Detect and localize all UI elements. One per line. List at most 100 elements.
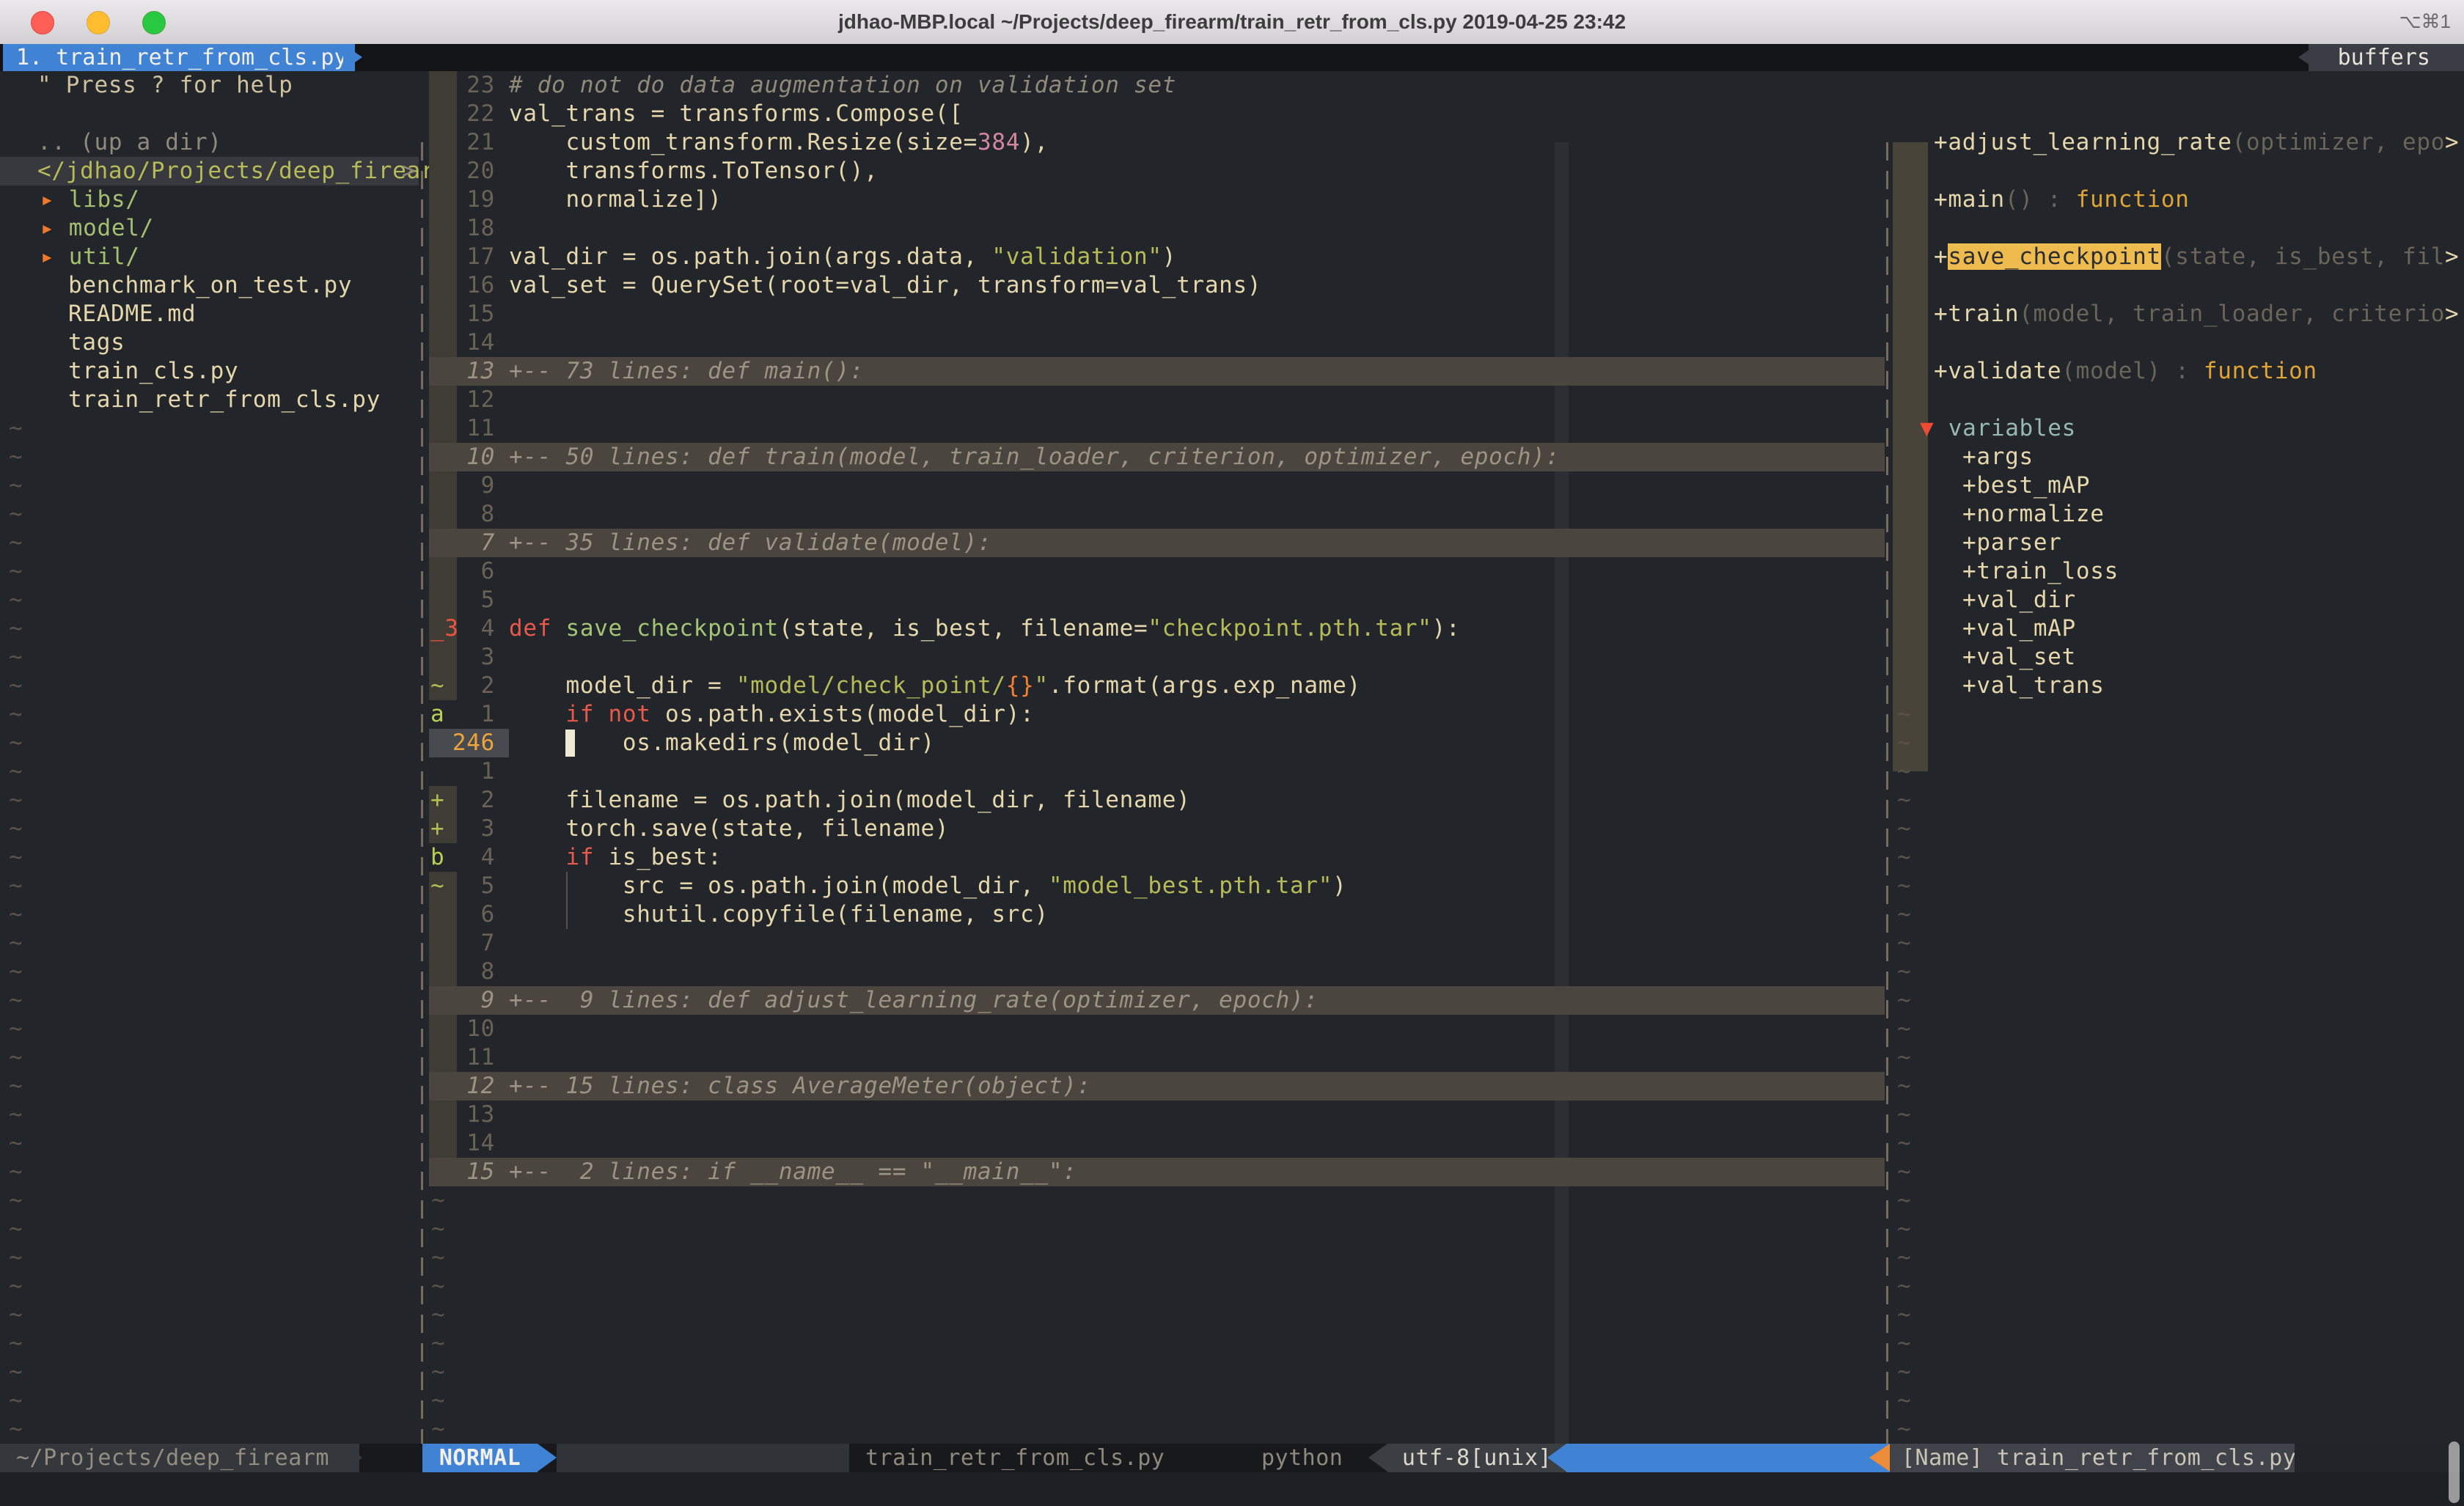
text-token: +adjust_learning_rate — [1934, 129, 2232, 155]
text-token: +best_mAP — [1962, 472, 2090, 499]
tab-arrow-separator-icon — [343, 44, 362, 70]
code-line[interactable]: 22 val_trans = transforms.Compose([ — [0, 100, 2464, 128]
tilde-marker: ~ — [1897, 986, 1911, 1015]
line-number: 23 — [466, 71, 495, 100]
tilde-marker: ~ — [1897, 872, 1911, 900]
tagbar-item-label: +save_checkpoint(state, is_best, fil — [1934, 243, 2445, 271]
text-token: +main — [1934, 186, 2005, 213]
statusline-mode: NORMAL — [422, 1444, 538, 1472]
sign-column — [429, 71, 457, 100]
sign-column — [429, 157, 457, 186]
tagbar-item[interactable]: +save_checkpoint(state, is_best, fil> — [0, 243, 2464, 271]
text-token: +validate — [1934, 358, 2061, 384]
text-token: : — [2161, 358, 2204, 384]
text-token: ~ — [1897, 1044, 1911, 1070]
text-token: +train — [1934, 301, 2019, 327]
tagbar-arrow-icon — [1869, 1444, 1890, 1472]
tagbar-item[interactable]: +val_set — [0, 643, 2464, 672]
tagbar-item-label: +normalize — [1962, 500, 2105, 529]
tagbar-item-label: +parser — [1962, 529, 2062, 557]
tagbar-item[interactable]: +normalize — [0, 500, 2464, 529]
tagbar-item[interactable]: +train(model, train_loader, criterio> — [0, 300, 2464, 328]
text-token: ~ — [1897, 1387, 1911, 1414]
tagbar-item[interactable]: +val_trans — [0, 672, 2464, 700]
tagbar-item-label: ▼ variables — [1920, 414, 2076, 443]
tagbar-item[interactable]: +main() : function — [0, 186, 2464, 214]
line-number: 22 — [466, 100, 495, 128]
powerline-arrow-icon — [830, 1444, 849, 1472]
tagbar-item[interactable]: +parser — [0, 529, 2464, 557]
code-line[interactable]: 12 — [0, 386, 2464, 414]
code-line[interactable]: 14 — [0, 328, 2464, 357]
text-token: variables — [1948, 415, 2076, 441]
code-text: transforms.ToTensor(), — [509, 157, 878, 186]
empty-buffer-line: ~ — [0, 729, 2464, 757]
tagbar-item[interactable]: +val_mAP — [0, 614, 2464, 643]
text-token: val_trans = transforms.Compose([ — [509, 100, 964, 127]
line-number: 16 — [466, 271, 495, 300]
tilde-marker: ~ — [1897, 1358, 1911, 1386]
empty-buffer-line: ~ — [0, 757, 2464, 786]
tilde-marker: ~ — [1897, 1043, 1911, 1072]
tab-train-retr-from-cls[interactable]: 1. train_retr_from_cls.py — [3, 44, 355, 71]
tilde-marker: ~ — [1897, 1158, 1911, 1186]
tagbar-item[interactable]: +validate(model) : function — [0, 357, 2464, 386]
code-text: val_set = QuerySet(root=val_dir, transfo… — [509, 271, 1261, 300]
text-token: ~ — [1897, 1158, 1911, 1185]
empty-buffer-line: ~ — [0, 900, 2464, 929]
tagbar-item[interactable]: +train_loss — [0, 557, 2464, 586]
tilde-marker: ~ — [1897, 757, 1911, 786]
truncation-arrow-icon: > — [2445, 128, 2459, 157]
tagbar-item[interactable]: +val_dir — [0, 586, 2464, 614]
tilde-marker: ~ — [1897, 729, 1911, 757]
empty-buffer-line: ~ — [0, 872, 2464, 900]
empty-buffer-line: ~ — [0, 843, 2464, 872]
window-shortcut-badge: ⌥⌘1 — [2399, 10, 2451, 33]
tagbar-item-label: +adjust_learning_rate(optimizer, epo — [1934, 128, 2445, 157]
tagbar-item-label: +best_mAP — [1962, 471, 2090, 500]
empty-buffer-line: ~ — [0, 1158, 2464, 1186]
sign-column — [429, 100, 457, 128]
tagbar-item-label: +validate(model) : function — [1934, 357, 2317, 386]
text-token: ~ — [1897, 787, 1911, 813]
text-token: +val_mAP — [1962, 615, 2076, 642]
terminal-scrollbar[interactable] — [2449, 1441, 2460, 1503]
tagbar-item[interactable]: +args — [0, 443, 2464, 471]
tilde-marker: ~ — [1897, 1101, 1911, 1129]
text-token: function — [2204, 358, 2317, 384]
truncation-arrow-icon: > — [2445, 243, 2459, 271]
code-line[interactable]: 23# do not do data augmentation on valid… — [0, 71, 2464, 100]
window-separator-right[interactable] — [1886, 142, 1888, 1444]
vim-command-line — [0, 1472, 2464, 1506]
text-token: +args — [1962, 444, 2034, 470]
text-token: ~ — [1897, 1359, 1911, 1385]
tagbar-item[interactable]: +adjust_learning_rate(optimizer, epo> — [0, 128, 2464, 157]
empty-buffer-line: ~ — [0, 1043, 2464, 1072]
text-token: +val_set — [1962, 644, 2076, 670]
tagbar-item[interactable]: +best_mAP — [0, 471, 2464, 500]
code-line[interactable]: 16 val_set = QuerySet(root=val_dir, trans… — [0, 271, 2464, 300]
tagbar-item-label: +val_set — [1962, 643, 2076, 672]
text-token: ~ — [1897, 1073, 1911, 1099]
text-token: transforms.ToTensor(), — [509, 158, 878, 184]
text-token: ~ — [1897, 815, 1911, 842]
tilde-marker: ~ — [1897, 1215, 1911, 1244]
tilde-marker: ~ — [1897, 1244, 1911, 1272]
powerline-arrow-icon — [1547, 1444, 1566, 1472]
tilde-marker: ~ — [1897, 1129, 1911, 1158]
terminal-window: jdhao-MBP.local ~/Projects/deep_firearm/… — [0, 0, 2464, 1506]
tagbar-item[interactable]: ▼ variables — [0, 414, 2464, 443]
code-line[interactable]: 18 — [0, 214, 2464, 243]
empty-buffer-line: ~ — [0, 986, 2464, 1015]
line-number: 14 — [466, 328, 495, 357]
tagbar-item-label: +train_loss — [1962, 557, 2119, 586]
tabline-buffers-label[interactable]: buffers — [2309, 44, 2464, 71]
text-token: ~ — [1897, 1301, 1911, 1328]
text-token: val_set = QuerySet(root=val_dir, transfo… — [509, 272, 1261, 298]
code-line[interactable]: 20 transforms.ToTensor(), — [0, 157, 2464, 186]
vim-tabline: 1. train_retr_from_cls.py buffers — [0, 44, 2464, 71]
window-separator-left[interactable] — [421, 142, 423, 1444]
text-token: +val_trans — [1962, 672, 2105, 699]
tagbar-statusline: [Name] train_retr_from_cls.py — [1890, 1444, 2306, 1472]
tilde-marker: ~ — [1897, 700, 1911, 729]
